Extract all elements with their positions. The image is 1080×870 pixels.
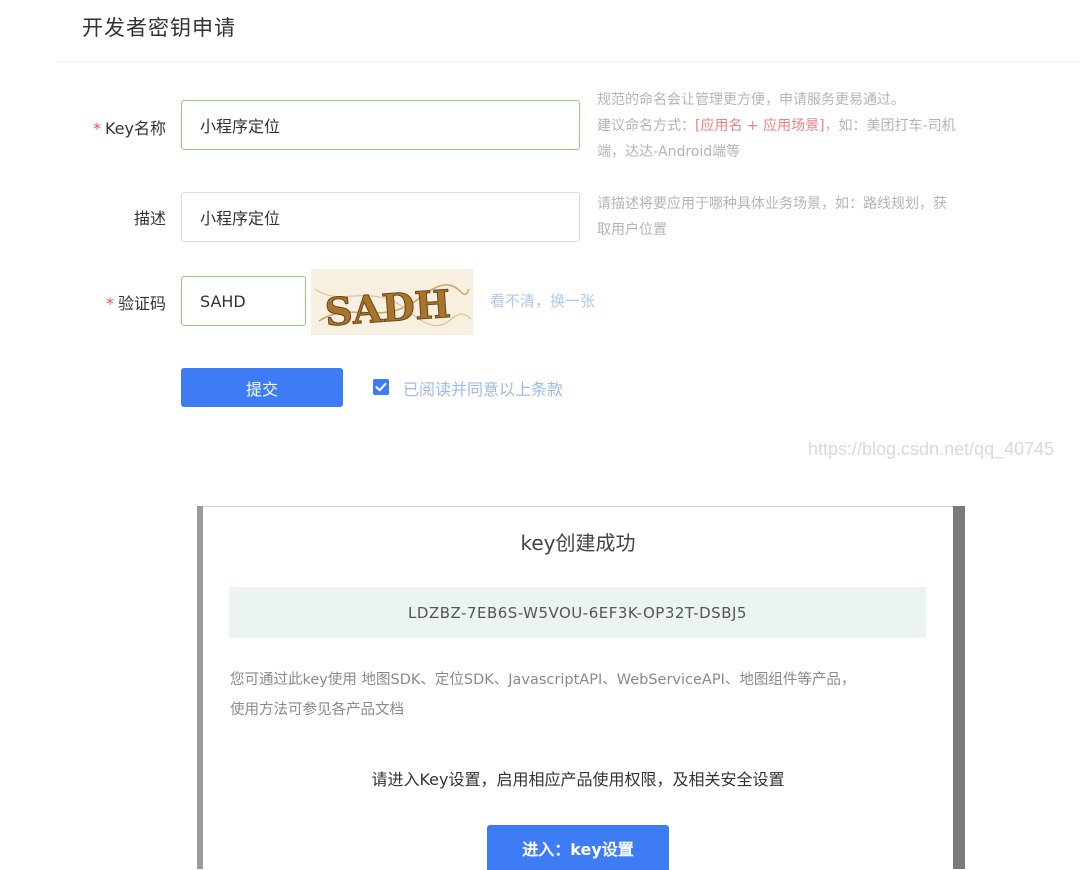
modal-description-line2: 使用方法可参见各产品文档	[230, 702, 404, 718]
modal-title: key创建成功	[520, 531, 636, 555]
description-input[interactable]: 小程序定位	[181, 192, 580, 242]
agree-label[interactable]: 已阅读并同意以上条款	[403, 376, 563, 400]
modal-overlay-right	[952, 506, 965, 869]
key-name-hint: 规范的命名会让管理更方便，申请服务更易通过。 建议命名方式：[应用名 + 应用场…	[597, 87, 1047, 165]
modal-description: 您可通过此key使用 地图SDK、定位SDK、JavascriptAPI、Web…	[230, 665, 930, 725]
captcha-refresh-link[interactable]: 看不清，换一张	[490, 290, 595, 311]
key-value-box[interactable]: LDZBZ-7EB6S-W5VOU-6EF3K-OP32T-DSBJ5	[229, 587, 926, 638]
header-divider	[58, 61, 1080, 62]
key-success-modal: key创建成功 LDZBZ-7EB6S-W5VOU-6EF3K-OP32T-DS…	[203, 506, 953, 870]
key-name-label-text: Key名称	[104, 119, 166, 138]
key-name-label: * Key名称	[46, 115, 166, 139]
description-label: 描述	[133, 209, 166, 228]
key-name-hint-line2-suffix: ，如：美团打车-司机	[824, 118, 956, 134]
captcha-label: * 验证码	[46, 290, 166, 314]
submit-button[interactable]: 提交	[181, 368, 343, 407]
required-mark: *	[105, 294, 114, 313]
checkmark-icon	[375, 382, 387, 392]
description-hint: 请描述将要应用于哪种具体业务场景，如：路线规划，获 取用户位置	[597, 191, 1047, 243]
watermark: https://blog.csdn.net/qq_40745	[808, 439, 1055, 459]
captcha-text: SADH	[323, 281, 452, 335]
description-hint-line1: 请描述将要应用于哪种具体业务场景，如：路线规划，获	[597, 196, 947, 212]
goto-key-settings-button[interactable]: 进入：key设置	[487, 825, 669, 870]
page-title: 开发者密钥申请	[82, 16, 236, 40]
key-name-hint-emphasis: [应用名 + 应用场景]	[695, 118, 825, 134]
modal-instruction: 请进入Key设置，启用相应产品使用权限，及相关安全设置	[371, 770, 785, 789]
modal-description-line1: 您可通过此key使用 地图SDK、定位SDK、JavascriptAPI、Web…	[230, 672, 856, 688]
captcha-graphic: SADH	[311, 269, 473, 335]
captcha-input[interactable]: SAHD	[181, 276, 306, 326]
required-mark: *	[92, 119, 101, 138]
key-name-hint-line2-prefix: 建议命名方式：	[597, 118, 695, 134]
captcha-image[interactable]: SADH	[311, 269, 473, 335]
key-name-hint-line1: 规范的命名会让管理更方便，申请服务更易通过。	[597, 92, 905, 108]
description-hint-line2: 取用户位置	[597, 222, 667, 238]
key-name-input[interactable]: 小程序定位	[181, 100, 580, 150]
key-name-hint-line3: 端，达达-Android端等	[597, 144, 741, 160]
captcha-label-text: 验证码	[117, 294, 166, 313]
agree-checkbox[interactable]	[373, 379, 389, 395]
key-name-hint-line2: 建议命名方式：[应用名 + 应用场景]，如：美团打车-司机	[597, 113, 1047, 139]
